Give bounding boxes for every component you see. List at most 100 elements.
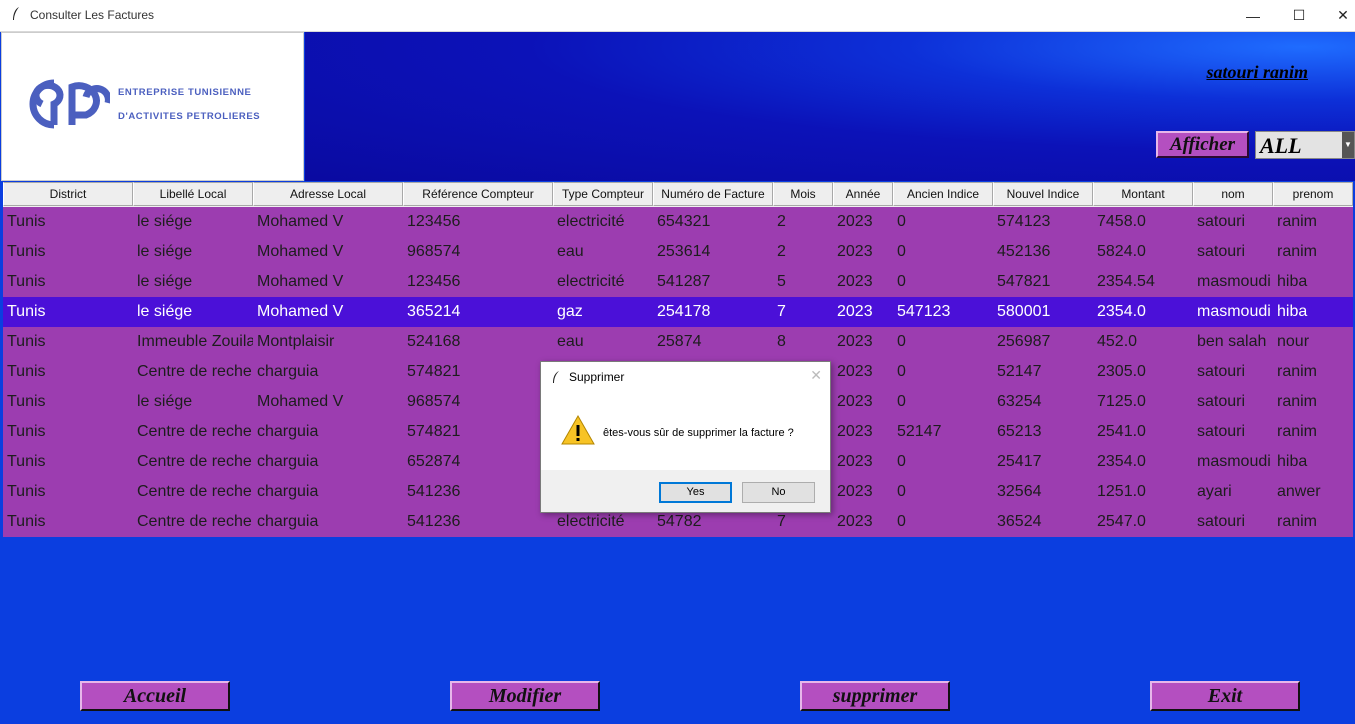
column-header[interactable]: Mois bbox=[773, 182, 833, 206]
table-cell: 2023 bbox=[837, 483, 873, 500]
table-cell: 123456 bbox=[407, 213, 461, 230]
logo-line-2: D'ACTIVITES PETROLIERES bbox=[118, 111, 261, 122]
yes-button[interactable]: Yes bbox=[659, 482, 732, 503]
table-cell: masmoudi bbox=[1197, 273, 1271, 290]
table-cell: 547821 bbox=[997, 273, 1051, 290]
table-cell: 1251.0 bbox=[1097, 483, 1146, 500]
table-cell: Mohamed V bbox=[257, 303, 344, 320]
minimize-button[interactable]: — bbox=[1230, 0, 1276, 31]
table-cell: 7458.0 bbox=[1097, 213, 1146, 230]
feather-icon bbox=[13, 7, 19, 20]
close-button[interactable]: ✕ bbox=[1320, 0, 1355, 31]
table-cell: 2023 bbox=[837, 513, 873, 530]
table-cell: 541236 bbox=[407, 513, 461, 530]
table-cell: electricité bbox=[557, 273, 625, 290]
table-cell: 968574 bbox=[407, 393, 461, 410]
table-cell: charguia bbox=[257, 483, 319, 500]
table-cell: charguia bbox=[257, 513, 319, 530]
supprimer-button[interactable]: supprimer bbox=[800, 681, 950, 711]
table-cell: hiba bbox=[1277, 273, 1308, 290]
table-cell: 574821 bbox=[407, 363, 461, 380]
table-cell: 654321 bbox=[657, 213, 711, 230]
delete-confirm-dialog: Supprimer ✕ êtes-vous sûr de supprimer l… bbox=[540, 361, 831, 513]
modifier-button[interactable]: Modifier bbox=[450, 681, 600, 711]
table-cell: Mohamed V bbox=[257, 393, 344, 410]
maximize-button[interactable]: ☐ bbox=[1276, 0, 1322, 31]
window-title: Consulter Les Factures bbox=[30, 8, 155, 22]
column-header[interactable]: Libellé Local bbox=[133, 182, 253, 206]
table-cell: 0 bbox=[897, 333, 906, 350]
table-cell: 2541.0 bbox=[1097, 423, 1146, 440]
table-cell: 2023 bbox=[837, 423, 873, 440]
column-header[interactable]: Référence Compteur bbox=[403, 182, 553, 206]
table-cell: 0 bbox=[897, 513, 906, 530]
table-row[interactable]: Tunis le siége Mohamed V 968574 eau 253614 2 20… bbox=[3, 237, 1353, 267]
dialog-title: Supprimer bbox=[569, 370, 625, 384]
column-header[interactable]: Année bbox=[833, 182, 893, 206]
table-cell: 0 bbox=[897, 483, 906, 500]
table-cell: 652874 bbox=[407, 453, 461, 470]
header-banner: satouri ranim Afficher ALL ▼ bbox=[305, 32, 1355, 181]
column-header[interactable]: Adresse Local bbox=[253, 182, 403, 206]
table-cell: Centre de reche bbox=[137, 423, 252, 440]
exit-button[interactable]: Exit bbox=[1150, 681, 1300, 711]
table-cell: Centre de reche bbox=[137, 363, 252, 380]
table-cell: 2354.54 bbox=[1097, 273, 1155, 290]
warning-icon bbox=[561, 414, 595, 445]
feather-icon bbox=[553, 371, 559, 383]
table-cell: 452.0 bbox=[1097, 333, 1138, 350]
logo-line-1: ENTREPRISE TUNISIENNE bbox=[118, 87, 252, 98]
table-cell: Mohamed V bbox=[257, 273, 344, 290]
accueil-button[interactable]: Accueil bbox=[80, 681, 230, 711]
table-cell: 574821 bbox=[407, 423, 461, 440]
table-cell: Tunis bbox=[7, 423, 46, 440]
column-header[interactable]: Ancien Indice bbox=[893, 182, 993, 206]
table-cell: 2547.0 bbox=[1097, 513, 1146, 530]
table-header: District Libellé Local Adresse Local Référe… bbox=[3, 182, 1353, 207]
table-cell: Centre de reche bbox=[137, 453, 252, 470]
dropdown-arrow-icon[interactable]: ▼ bbox=[1342, 132, 1354, 158]
table-cell: 365214 bbox=[407, 303, 461, 320]
column-header[interactable]: Montant bbox=[1093, 182, 1193, 206]
afficher-button[interactable]: Afficher bbox=[1156, 131, 1249, 158]
table-row[interactable]: Tunis le siége Mohamed V 365214 gaz 254178 7 20… bbox=[3, 297, 1353, 327]
column-header[interactable]: Nouvel Indice bbox=[993, 182, 1093, 206]
column-header[interactable]: Type Compteur bbox=[553, 182, 653, 206]
table-cell: 7125.0 bbox=[1097, 393, 1146, 410]
table-cell: ranim bbox=[1277, 213, 1318, 230]
table-cell: Tunis bbox=[7, 213, 46, 230]
column-header[interactable]: prenom bbox=[1273, 182, 1353, 206]
table-cell: eau bbox=[557, 333, 584, 350]
table-row[interactable]: Tunis le siége Mohamed V 123456 electricité 6… bbox=[3, 207, 1353, 237]
dialog-message: êtes-vous sûr de supprimer la facture ? bbox=[603, 427, 794, 439]
filter-combobox[interactable]: ALL ▼ bbox=[1255, 131, 1355, 159]
table-cell: le siége bbox=[137, 393, 193, 410]
table-cell: 2023 bbox=[837, 453, 873, 470]
dialog-footer: Yes No bbox=[541, 470, 830, 512]
column-header[interactable]: nom bbox=[1193, 182, 1273, 206]
table-cell: ranim bbox=[1277, 243, 1318, 260]
table-row[interactable]: Tunis Immeuble Zouila Montplaisir 524168 eau… bbox=[3, 327, 1353, 357]
table-cell: masmoudi bbox=[1197, 453, 1271, 470]
table-cell: Immeuble Zouila bbox=[137, 333, 253, 350]
table-cell: hiba bbox=[1277, 303, 1308, 320]
table-cell: 968574 bbox=[407, 243, 461, 260]
column-header[interactable]: Numéro de Facture bbox=[653, 182, 773, 206]
table-cell: le siége bbox=[137, 213, 193, 230]
dialog-close-icon[interactable]: ✕ bbox=[810, 367, 822, 384]
table-row[interactable]: Tunis le siége Mohamed V 123456 electricité 5… bbox=[3, 267, 1353, 297]
table-cell: Mohamed V bbox=[257, 213, 344, 230]
column-header[interactable]: District bbox=[3, 182, 133, 206]
no-button[interactable]: No bbox=[742, 482, 815, 503]
table-cell: 541287 bbox=[657, 273, 711, 290]
table-cell: hiba bbox=[1277, 453, 1308, 470]
table-cell: 254178 bbox=[657, 303, 711, 320]
table-cell: satouri bbox=[1197, 213, 1246, 230]
etap-logo-icon bbox=[29, 79, 110, 129]
table-cell: 5824.0 bbox=[1097, 243, 1146, 260]
table-cell: 547123 bbox=[897, 303, 951, 320]
table-cell: satouri bbox=[1197, 423, 1246, 440]
table-cell: 2305.0 bbox=[1097, 363, 1146, 380]
table-cell: 0 bbox=[897, 393, 906, 410]
table-cell: Tunis bbox=[7, 363, 46, 380]
